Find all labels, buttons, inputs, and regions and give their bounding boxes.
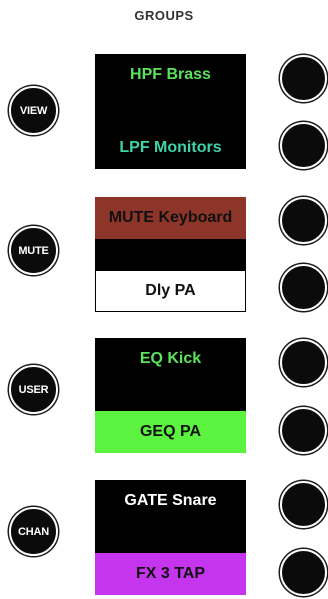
chan-button-label: CHAN xyxy=(18,525,49,538)
group-slot-gate-snare[interactable]: GATE Snare xyxy=(95,480,246,522)
group-display-1: HPF Brass LPF Monitors xyxy=(95,54,246,169)
encoder-knob-7[interactable] xyxy=(280,481,327,528)
group-slot-mute-keyboard[interactable]: MUTE Keyboard xyxy=(95,197,246,239)
mute-button[interactable]: MUTE xyxy=(9,226,58,275)
encoder-knob-5[interactable] xyxy=(280,339,327,386)
encoder-knob-1[interactable] xyxy=(280,55,327,102)
user-button[interactable]: USER xyxy=(9,365,58,414)
encoder-knob-2[interactable] xyxy=(280,122,327,169)
group-slot-eq-kick[interactable]: EQ Kick xyxy=(95,338,246,380)
encoder-knob-3[interactable] xyxy=(280,197,327,244)
groups-header: GROUPS xyxy=(134,8,194,23)
group-slot-geq-pa[interactable]: GEQ PA xyxy=(95,411,246,453)
encoder-knob-4[interactable] xyxy=(280,264,327,311)
group-slot-fx-3-tap[interactable]: FX 3 TAP xyxy=(95,553,246,595)
group-display-4: GATE Snare FX 3 TAP xyxy=(95,480,246,595)
user-button-label: USER xyxy=(18,383,49,396)
chan-button[interactable]: CHAN xyxy=(9,507,58,556)
encoder-knob-6[interactable] xyxy=(280,407,327,454)
view-button[interactable]: VIEW xyxy=(9,86,58,135)
group-control-panel: { "header": { "title": "GROUPS" }, "side… xyxy=(0,0,328,599)
group-display-2: MUTE Keyboard Dly PA xyxy=(95,197,246,312)
encoder-knob-8[interactable] xyxy=(280,549,327,596)
group-display-3: EQ Kick GEQ PA xyxy=(95,338,246,453)
group-slot-lpf-monitors[interactable]: LPF Monitors xyxy=(95,127,246,169)
group-slot-dly-pa[interactable]: Dly PA xyxy=(95,270,246,312)
view-button-label: VIEW xyxy=(19,104,48,117)
group-slot-hpf-brass[interactable]: HPF Brass xyxy=(95,54,246,96)
mute-button-label: MUTE xyxy=(18,244,49,257)
